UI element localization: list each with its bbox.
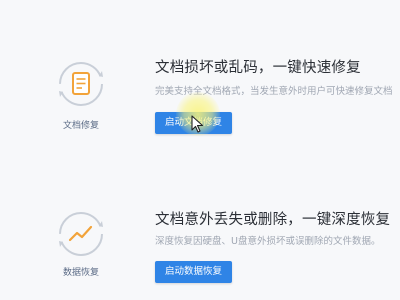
mouse-cursor-icon: [191, 115, 204, 133]
card-description: 深度恢复因硬盘、U盘意外损坏或误删除的文件数据。: [155, 236, 381, 247]
icon-label: 文档修复: [62, 121, 99, 131]
start-data-recovery-button[interactable]: 启动数据恢复: [155, 261, 233, 283]
document-icon: [55, 58, 107, 110]
icon-label: 数据恢复: [62, 268, 99, 278]
card-title: 文档损坏或乱码，一键快速修复: [155, 60, 361, 76]
trend-line-icon: [55, 208, 107, 260]
card-title: 文档意外丢失或删除，一键深度恢复: [155, 212, 391, 228]
data-recovery-card: 数据恢复 文档意外丢失或删除，一键深度恢复 深度恢复因硬盘、U盘意外损坏或误删除…: [0, 150, 400, 300]
card-description: 完美支持全文档格式，当发生意外时用户可快速修复文档: [155, 86, 393, 97]
